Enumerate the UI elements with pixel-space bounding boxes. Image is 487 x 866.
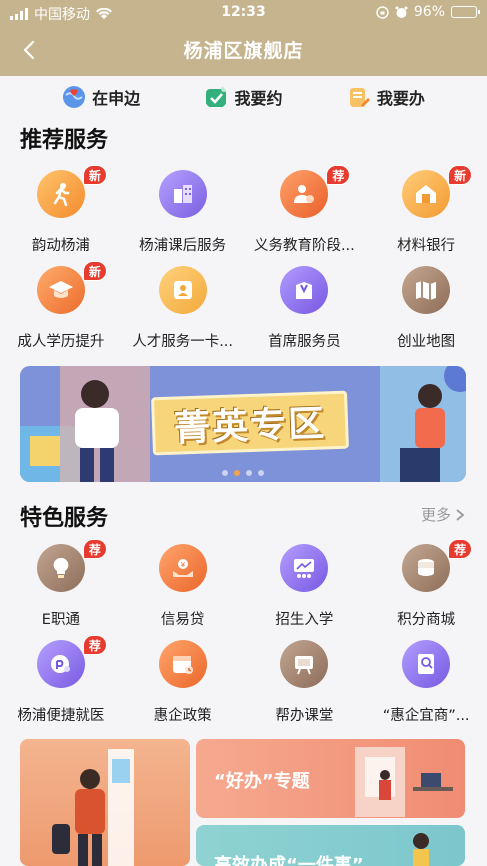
card-title: “好办”专题 bbox=[214, 771, 310, 792]
more-label: 更多 bbox=[420, 506, 451, 524]
service-label: “惠企宜商”... bbox=[382, 708, 470, 724]
service-item-ezhitong[interactable]: 荐 E职通 bbox=[0, 538, 122, 634]
status-bar: 中国移动 12:33 96% bbox=[0, 0, 487, 24]
banner-pagination bbox=[20, 470, 466, 476]
service-label: 积分商城 bbox=[397, 612, 456, 628]
document-edit-icon bbox=[349, 88, 370, 107]
card-haoban[interactable]: “好办”专题 bbox=[196, 739, 465, 818]
id-card-icon bbox=[158, 266, 207, 314]
orientation-lock-icon bbox=[376, 5, 389, 19]
service-item-yundong[interactable]: 新 韵动杨浦 bbox=[0, 164, 122, 260]
banner-title: 菁英专区 bbox=[151, 390, 349, 456]
quick-link-appointment[interactable]: 我要约 bbox=[204, 80, 283, 114]
more-link[interactable]: 更多 bbox=[421, 504, 465, 525]
service-label: 惠企政策 bbox=[153, 708, 212, 724]
service-item-xinyidai[interactable]: ¥ 信易贷 bbox=[122, 538, 244, 634]
promo-banner[interactable]: 菁英专区 bbox=[20, 366, 466, 482]
service-label: 材料银行 bbox=[397, 238, 456, 254]
hands-money-icon: ¥ bbox=[158, 544, 207, 592]
new-badge: 新 bbox=[82, 261, 107, 281]
service-item-startup-map[interactable]: 创业地图 bbox=[365, 260, 487, 356]
service-item-policy[interactable]: 惠企政策 bbox=[122, 634, 244, 730]
map-icon bbox=[402, 266, 451, 314]
service-label: 招生入学 bbox=[275, 612, 334, 628]
calendar-policy-icon bbox=[158, 640, 207, 688]
pagination-dot bbox=[258, 470, 264, 476]
new-badge: 新 bbox=[82, 165, 107, 185]
service-label: 人才服务一卡... bbox=[132, 334, 234, 350]
book-icon bbox=[402, 640, 451, 688]
medical-icon bbox=[36, 640, 85, 688]
battery-icon bbox=[451, 6, 480, 18]
service-item-points-mall[interactable]: 荐 积分商城 bbox=[365, 538, 487, 634]
recommended-grid: 新 韵动杨浦 杨浦课后服务 荐 义务教育阶段... 新 材料银行 新 成人学历提… bbox=[0, 164, 487, 356]
service-item-chief-staff[interactable]: 首席服务员 bbox=[244, 260, 366, 356]
service-item-help-class[interactable]: 帮办课堂 bbox=[244, 634, 366, 730]
service-label: 韵动杨浦 bbox=[31, 238, 90, 254]
featured-grid: 荐 E职通 ¥ 信易贷 招生入学 荐 积分商城 荐 杨浦便捷就医 惠企政策 帮办… bbox=[0, 538, 487, 730]
recommend-badge: 荐 bbox=[82, 635, 107, 655]
quick-links: 在申边 我要约 我要办 bbox=[0, 80, 487, 114]
service-item-material-bank[interactable]: 新 材料银行 bbox=[365, 164, 487, 260]
coins-icon bbox=[402, 544, 451, 592]
pagination-dot-active bbox=[234, 470, 240, 476]
service-label: 成人学历提升 bbox=[17, 334, 105, 350]
service-label: 帮办课堂 bbox=[275, 708, 334, 724]
person-illustration bbox=[413, 833, 429, 866]
office-illustration bbox=[355, 747, 453, 817]
service-item-afterschool[interactable]: 杨浦课后服务 bbox=[122, 164, 244, 260]
easel-icon bbox=[280, 640, 329, 688]
card-one-thing[interactable]: 高效办成“一件事” bbox=[196, 825, 465, 866]
service-label: 杨浦便捷就医 bbox=[17, 708, 105, 724]
classroom-icon bbox=[280, 544, 329, 592]
quick-link-apply[interactable]: 我要办 bbox=[347, 80, 425, 114]
teacher-icon bbox=[280, 170, 329, 218]
svg-text:¥: ¥ bbox=[180, 561, 185, 569]
section-title-recommended: 推荐服务 bbox=[20, 128, 109, 153]
lightbulb-icon bbox=[36, 544, 85, 592]
self-service-kiosk-illustration bbox=[52, 749, 134, 866]
chevron-right-icon bbox=[456, 508, 465, 521]
pagination-dot bbox=[246, 470, 252, 476]
building-icon bbox=[158, 170, 207, 218]
service-staff-icon bbox=[280, 266, 329, 314]
globe-heart-icon bbox=[63, 86, 86, 108]
nav-bar: 杨浦区旗舰店 bbox=[0, 24, 487, 76]
battery-percent: 96% bbox=[413, 4, 445, 20]
recommend-badge: 荐 bbox=[326, 165, 351, 185]
service-label: 信易贷 bbox=[160, 612, 205, 628]
card-self-service[interactable] bbox=[20, 739, 190, 866]
service-label: 义务教育阶段... bbox=[253, 238, 355, 254]
pagination-dot bbox=[222, 470, 228, 476]
service-item-talent-card[interactable]: 人才服务一卡... bbox=[122, 260, 244, 356]
service-item-medical[interactable]: 荐 杨浦便捷就医 bbox=[0, 634, 122, 730]
section-title-featured: 特色服务 bbox=[20, 506, 109, 531]
house-icon bbox=[402, 170, 451, 218]
service-item-adult-edu[interactable]: 新 成人学历提升 bbox=[0, 260, 122, 356]
alarm-icon bbox=[395, 6, 408, 18]
quick-link-label: 在申边 bbox=[92, 89, 141, 108]
quick-link-label: 我要办 bbox=[376, 89, 425, 108]
app-header: 中国移动 12:33 96% 杨浦区旗舰店 bbox=[0, 0, 487, 76]
service-label: 创业地图 bbox=[397, 334, 456, 350]
service-item-business-friendly[interactable]: “惠企宜商”... bbox=[365, 634, 487, 730]
service-item-compulsory-edu[interactable]: 荐 义务教育阶段... bbox=[244, 164, 366, 260]
service-label: 杨浦课后服务 bbox=[139, 238, 227, 254]
page-title: 杨浦区旗舰店 bbox=[183, 40, 304, 62]
service-item-enrollment[interactable]: 招生入学 bbox=[244, 538, 366, 634]
service-label: E职通 bbox=[41, 612, 80, 628]
card-title: 高效办成“一件事” bbox=[214, 855, 364, 866]
calendar-check-icon bbox=[206, 86, 228, 107]
graduation-cap-icon bbox=[36, 266, 85, 314]
recommend-badge: 荐 bbox=[82, 539, 107, 559]
service-label: 首席服务员 bbox=[268, 334, 341, 350]
quick-link-label: 我要约 bbox=[234, 89, 283, 108]
runner-icon bbox=[36, 170, 85, 218]
new-badge: 新 bbox=[448, 165, 473, 185]
quick-link-nearby[interactable]: 在申边 bbox=[62, 80, 140, 114]
recommend-badge: 荐 bbox=[448, 539, 473, 559]
